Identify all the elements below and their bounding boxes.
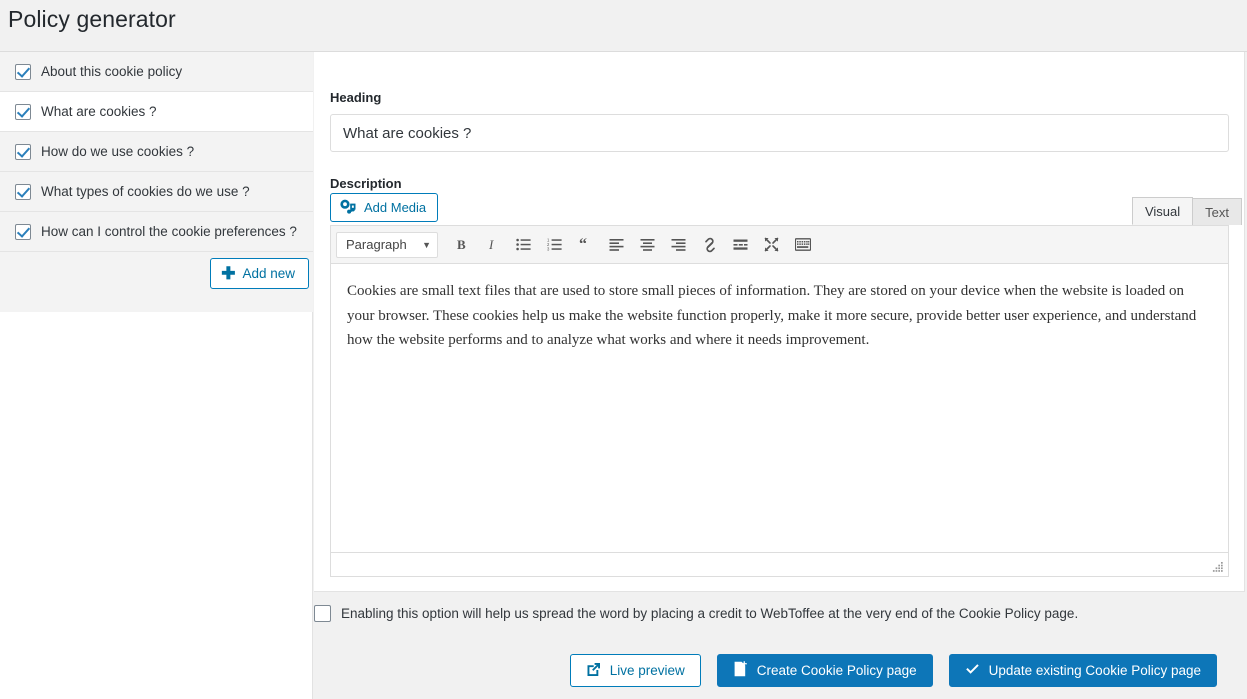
topic-checkbox[interactable] <box>15 63 31 80</box>
external-link-icon <box>586 662 601 680</box>
topic-checkbox[interactable] <box>15 103 31 120</box>
credit-option-row[interactable]: Enabling this option will help us spread… <box>314 605 1078 622</box>
new-page-icon <box>733 661 748 680</box>
topic-checkbox[interactable] <box>15 223 31 240</box>
resize-grip-icon[interactable] <box>1211 560 1225 574</box>
tab-visual[interactable]: Visual <box>1131 197 1194 225</box>
format-select-value: Paragraph <box>346 237 407 252</box>
bulleted-list-icon[interactable] <box>508 231 539 259</box>
live-preview-label: Live preview <box>609 663 685 678</box>
italic-icon[interactable]: I <box>477 231 508 259</box>
topic-row[interactable]: About this cookie policy <box>0 52 313 92</box>
chevron-down-icon: ▼ <box>422 239 431 250</box>
editor-mode-tabs: Visual Text <box>1131 197 1242 225</box>
link-icon[interactable] <box>694 231 725 259</box>
add-new-area: ✚ Add new <box>0 252 313 312</box>
page-title: Policy generator <box>8 6 176 32</box>
topic-label: How can I control the cookie preferences… <box>41 223 297 239</box>
topic-label: How do we use cookies ? <box>41 143 195 159</box>
live-preview-button[interactable]: Live preview <box>569 654 701 687</box>
editor-panel: Heading Description <box>313 52 1247 699</box>
editor-statusbar <box>331 552 1228 576</box>
topic-checkbox[interactable] <box>15 143 31 160</box>
distraction-free-icon[interactable] <box>756 231 787 259</box>
align-left-icon[interactable] <box>601 231 632 259</box>
numbered-list-icon[interactable]: 1 2 3 <box>539 231 570 259</box>
read-more-icon[interactable] <box>725 231 756 259</box>
format-select[interactable]: Paragraph ▼ <box>336 231 438 258</box>
policy-generator-page: Policy generator About this cookie polic… <box>0 0 1247 699</box>
tab-text[interactable]: Text <box>1192 198 1242 225</box>
svg-text:“: “ <box>579 238 587 252</box>
generator-container: About this cookie policy What are cookies… <box>0 51 1247 699</box>
svg-text:I: I <box>488 237 494 252</box>
update-page-label: Update existing Cookie Policy page <box>988 663 1201 678</box>
media-icon <box>340 199 357 217</box>
topics-sidebar: About this cookie policy What are cookies… <box>0 52 313 699</box>
toolbar-toggle-icon[interactable] <box>787 231 818 259</box>
topic-row[interactable]: How do we use cookies ? <box>0 132 313 172</box>
editor-content-area[interactable]: Cookies are small text files that are us… <box>331 265 1228 551</box>
topic-row[interactable]: What are cookies ? <box>0 92 313 132</box>
description-label: Description <box>330 176 402 191</box>
svg-text:3: 3 <box>547 247 550 251</box>
add-media-label: Add Media <box>364 200 427 215</box>
topic-checkbox[interactable] <box>15 183 31 200</box>
topic-row[interactable]: How can I control the cookie preferences… <box>0 212 313 252</box>
add-new-button[interactable]: ✚ Add new <box>210 258 309 289</box>
align-center-icon[interactable] <box>632 231 663 259</box>
update-page-button[interactable]: Update existing Cookie Policy page <box>948 654 1217 687</box>
bold-icon[interactable]: B <box>446 231 477 259</box>
svg-text:B: B <box>457 237 466 252</box>
heading-label: Heading <box>330 90 382 105</box>
rich-text-editor: Paragraph ▼ B I 1 2 3 “ Cookies are smal… <box>330 225 1229 577</box>
editor-card: Heading Description <box>314 52 1245 592</box>
credit-checkbox[interactable] <box>314 605 331 622</box>
create-page-button[interactable]: Create Cookie Policy page <box>716 654 933 687</box>
footer-actions: Live preview Create Cookie Policy page U… <box>569 654 1217 687</box>
heading-input[interactable] <box>330 114 1229 152</box>
topic-list: About this cookie policy What are cookies… <box>0 52 313 252</box>
topic-label: What are cookies ? <box>41 103 157 119</box>
align-right-icon[interactable] <box>663 231 694 259</box>
topic-label: What types of cookies do we use ? <box>41 183 250 199</box>
create-page-label: Create Cookie Policy page <box>756 663 917 678</box>
credit-label: Enabling this option will help us spread… <box>341 606 1079 621</box>
topic-label: About this cookie policy <box>41 63 183 79</box>
add-new-label: Add new <box>242 266 295 281</box>
editor-toolbar: Paragraph ▼ B I 1 2 3 “ <box>331 226 1228 264</box>
blockquote-icon[interactable]: “ <box>570 231 601 259</box>
editor-body-text: Cookies are small text files that are us… <box>347 283 1197 348</box>
check-icon <box>965 663 980 679</box>
add-media-button[interactable]: Add Media <box>330 193 439 222</box>
plus-icon: ✚ <box>221 264 236 283</box>
topic-row[interactable]: What types of cookies do we use ? <box>0 172 313 212</box>
